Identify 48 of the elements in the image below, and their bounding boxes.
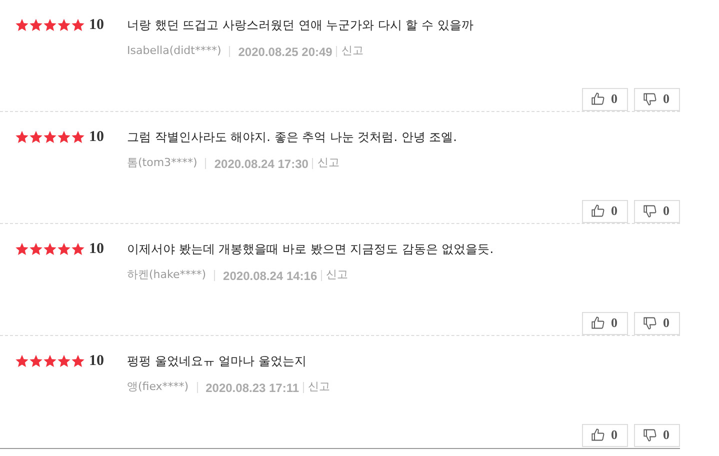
star-icon bbox=[71, 354, 85, 368]
dislike-button[interactable]: 0 bbox=[634, 88, 680, 110]
thumbs-up-icon bbox=[591, 92, 605, 106]
thumbs-down-icon bbox=[643, 204, 657, 218]
thumbs-up-icon bbox=[591, 204, 605, 218]
star-icon bbox=[57, 354, 71, 368]
rating-score: 10 bbox=[89, 352, 104, 371]
star-icon bbox=[15, 354, 29, 368]
thumbs-down-icon bbox=[643, 316, 657, 330]
thumbs-up-icon bbox=[591, 428, 605, 442]
star-icon bbox=[57, 242, 71, 256]
rating-score: 10 bbox=[89, 240, 104, 259]
star-icon bbox=[57, 130, 71, 144]
thumbs-up-icon bbox=[591, 316, 605, 330]
star-icon bbox=[43, 130, 57, 144]
review-text: 너랑 했던 뜨겁고 사랑스러웠던 연애 누군가와 다시 할 수 있을까 bbox=[127, 17, 474, 34]
like-button[interactable]: 0 bbox=[582, 312, 628, 334]
thumbs-down-icon bbox=[643, 428, 657, 442]
rating-score: 10 bbox=[89, 16, 104, 35]
star-icon bbox=[29, 242, 43, 256]
dislike-button[interactable]: 0 bbox=[634, 312, 680, 334]
like-button[interactable]: 0 bbox=[582, 88, 628, 110]
review-text: 펑펑 울었네요ㅠ 얼마나 울었는지 bbox=[127, 353, 306, 370]
star-icon bbox=[71, 130, 85, 144]
review-date: 2020.08.25 20:49 bbox=[238, 44, 332, 60]
star-icon bbox=[15, 242, 29, 256]
star-icon bbox=[71, 242, 85, 256]
like-button[interactable]: 0 bbox=[582, 200, 628, 222]
thumbs-down-icon bbox=[643, 92, 657, 106]
star-icon bbox=[43, 242, 57, 256]
dislike-button[interactable]: 0 bbox=[634, 424, 680, 446]
rating-score: 10 bbox=[89, 128, 104, 147]
star-icon bbox=[29, 18, 43, 32]
review-text: 이제서야 봤는데 개봉했을때 바로 봤으면 지금정도 감동은 없었을듯. bbox=[127, 241, 494, 258]
star-icon bbox=[15, 18, 29, 32]
star-icon bbox=[29, 130, 43, 144]
like-button[interactable]: 0 bbox=[582, 424, 628, 446]
review-text: 그럼 작별인사라도 해야지. 좋은 추억 나눈 것처럼. 안녕 조엘. bbox=[127, 129, 457, 146]
star-icon bbox=[43, 354, 57, 368]
review-date: 2020.08.23 17:11 bbox=[206, 380, 300, 396]
review-date: 2020.08.24 14:16 bbox=[223, 268, 318, 284]
star-icon bbox=[43, 18, 57, 32]
star-icon bbox=[71, 18, 85, 32]
star-icon bbox=[15, 130, 29, 144]
star-icon bbox=[29, 354, 43, 368]
dislike-button[interactable]: 0 bbox=[634, 200, 680, 222]
star-icon bbox=[57, 18, 71, 32]
review-date: 2020.08.24 17:30 bbox=[214, 156, 308, 172]
